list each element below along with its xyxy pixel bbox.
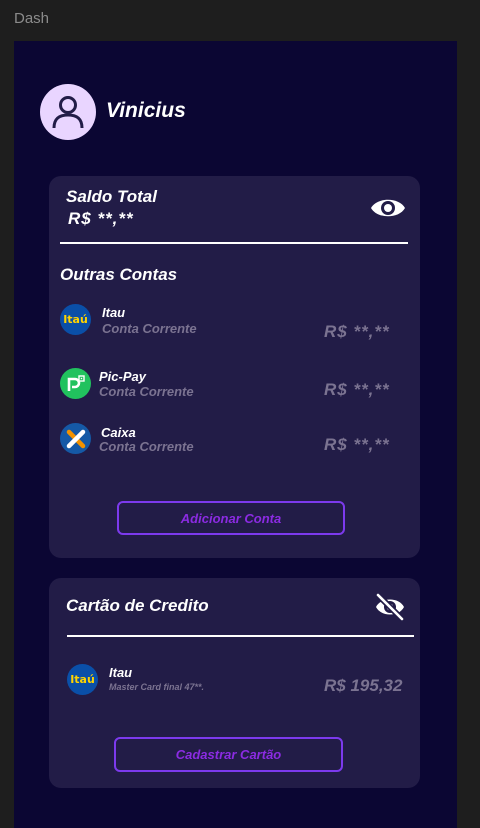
toggle-credit-visibility-button[interactable] <box>373 590 407 629</box>
eye-icon <box>371 199 405 217</box>
add-account-button[interactable]: Adicionar Conta <box>117 501 345 535</box>
toggle-balance-visibility-button[interactable] <box>369 194 407 227</box>
balance-amount: R$ **,** <box>68 209 134 228</box>
account-caixa-type: Conta Corrente <box>99 439 194 454</box>
balance-divider <box>60 242 408 244</box>
picpay-logo-icon <box>60 368 91 399</box>
picpay-glyph-icon <box>67 374 85 391</box>
credit-itau-logo-icon: Itaú <box>67 664 98 695</box>
credit-card-bank: Itau <box>109 665 133 680</box>
user-name: Vinicius <box>106 99 186 122</box>
eye-off-icon <box>375 592 405 622</box>
credit-card-divider <box>67 635 414 637</box>
caixa-logo-icon <box>60 423 91 454</box>
account-picpay-type: Conta Corrente <box>99 384 194 399</box>
account-caixa-amount: R$ **,** <box>324 435 390 454</box>
register-card-button[interactable]: Cadastrar Cartão <box>114 737 343 772</box>
itau-logo-text: Itaú <box>63 313 88 326</box>
account-picpay-bank: Pic-Pay <box>99 369 146 384</box>
frame-label: Dash <box>14 10 50 27</box>
itau-logo-icon: Itaú <box>60 304 91 335</box>
credit-card-amount: R$ 195,32 <box>324 676 403 695</box>
balance-title: Saldo Total <box>66 187 157 206</box>
user-icon <box>52 96 84 129</box>
credit-card-description: Master Card final 47**. <box>109 682 205 692</box>
credit-card-card: Cartão de Credito Itaú Itau Master Card … <box>49 578 420 788</box>
dashboard-screen: Vinicius Saldo Total R$ **,** Outras Con… <box>14 41 457 828</box>
credit-card-title: Cartão de Credito <box>66 596 209 615</box>
other-accounts-title: Outras Contas <box>60 265 178 284</box>
account-itau-amount: R$ **,** <box>324 322 390 341</box>
avatar[interactable] <box>40 84 96 140</box>
credit-itau-logo-text: Itaú <box>70 673 95 686</box>
balance-card: Saldo Total R$ **,** Outras Contas Itaú … <box>49 176 420 558</box>
caixa-glyph-icon <box>66 429 85 448</box>
account-itau-type: Conta Corrente <box>102 321 197 336</box>
account-picpay-amount: R$ **,** <box>324 380 390 399</box>
account-itau-bank: Itau <box>102 305 126 320</box>
account-caixa-bank: Caixa <box>101 425 136 440</box>
